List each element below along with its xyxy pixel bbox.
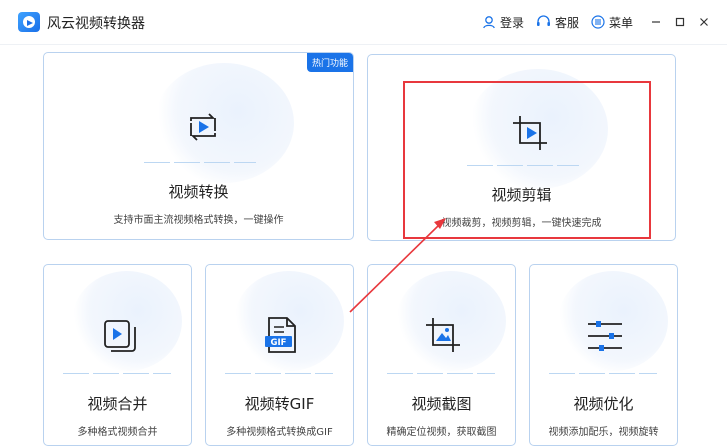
title-bar: 风云视频转换器 登录 客服 菜单 (0, 0, 727, 44)
title-divider (0, 44, 727, 45)
minimize-icon (652, 21, 660, 23)
card-divider (144, 162, 256, 163)
card-divider (467, 165, 579, 166)
crop-video-icon (513, 116, 547, 150)
login-label: 登录 (499, 15, 524, 30)
feature-card-screenshot[interactable]: 视频截图 精确定位视频，获取截图 (367, 264, 516, 446)
feature-title: 视频转GIF (244, 395, 315, 413)
card-divider (549, 373, 657, 374)
feature-card-optimize[interactable]: 视频优化 视频添加配乐，视频旋转 (529, 264, 678, 446)
feature-desc: 多种视频格式转换成GIF (226, 427, 333, 438)
feature-desc: 精确定位视频，获取截图 (386, 427, 497, 438)
feature-desc: 视频添加配乐，视频旋转 (548, 427, 659, 438)
feature-title: 视频截图 (411, 395, 472, 413)
login-button[interactable]: 登录 (482, 14, 524, 31)
card-divider (387, 373, 495, 374)
app-logo-icon (18, 12, 40, 32)
headset-icon (536, 15, 550, 26)
top-actions: 登录 客服 菜单 (482, 0, 727, 44)
feature-desc: 支持市面主流视频格式转换，一键操作 (113, 215, 284, 226)
feature-desc: 多种格式视频合并 (77, 427, 158, 438)
feature-card-convert[interactable]: 视频转换 支持市面主流视频格式转换，一键操作 热门功能 (43, 52, 354, 240)
card-divider (225, 373, 333, 374)
close-button[interactable] (693, 0, 715, 44)
sliders-icon (588, 321, 622, 351)
crop-image-icon (426, 318, 460, 352)
maximize-icon (675, 17, 685, 27)
feature-title: 视频优化 (573, 395, 634, 413)
convert-video-icon (190, 113, 216, 141)
gif-icon-text: GIF (271, 338, 287, 348)
gif-file-icon: GIF (265, 317, 296, 353)
menu-button[interactable]: 菜单 (591, 14, 633, 31)
feature-title: 视频合并 (87, 395, 148, 413)
menu-list-icon (591, 15, 605, 29)
support-button[interactable]: 客服 (536, 14, 579, 31)
feature-title: 视频转换 (168, 183, 229, 201)
card-background-blob (154, 63, 294, 183)
menu-label: 菜单 (608, 15, 633, 30)
minimize-button[interactable] (645, 0, 667, 44)
feature-card-gif[interactable]: GIF 视频转GIF 多种视频格式转换成GIF (205, 264, 354, 446)
support-label: 客服 (554, 15, 579, 30)
close-icon (700, 18, 708, 26)
user-icon (483, 16, 495, 29)
feature-desc: 视频裁剪，视频剪辑，一键快速完成 (441, 218, 602, 229)
hot-badge: 热门功能 (306, 53, 353, 72)
feature-card-merge[interactable]: 视频合并 多种格式视频合并 (43, 264, 192, 446)
merge-video-icon (104, 320, 136, 352)
app-title: 风云视频转换器 (47, 16, 145, 32)
maximize-button[interactable] (669, 0, 691, 44)
card-divider (63, 373, 171, 374)
feature-card-edit[interactable]: 视频剪辑 视频裁剪，视频剪辑，一键快速完成 (367, 54, 676, 241)
feature-title: 视频剪辑 (491, 186, 552, 204)
